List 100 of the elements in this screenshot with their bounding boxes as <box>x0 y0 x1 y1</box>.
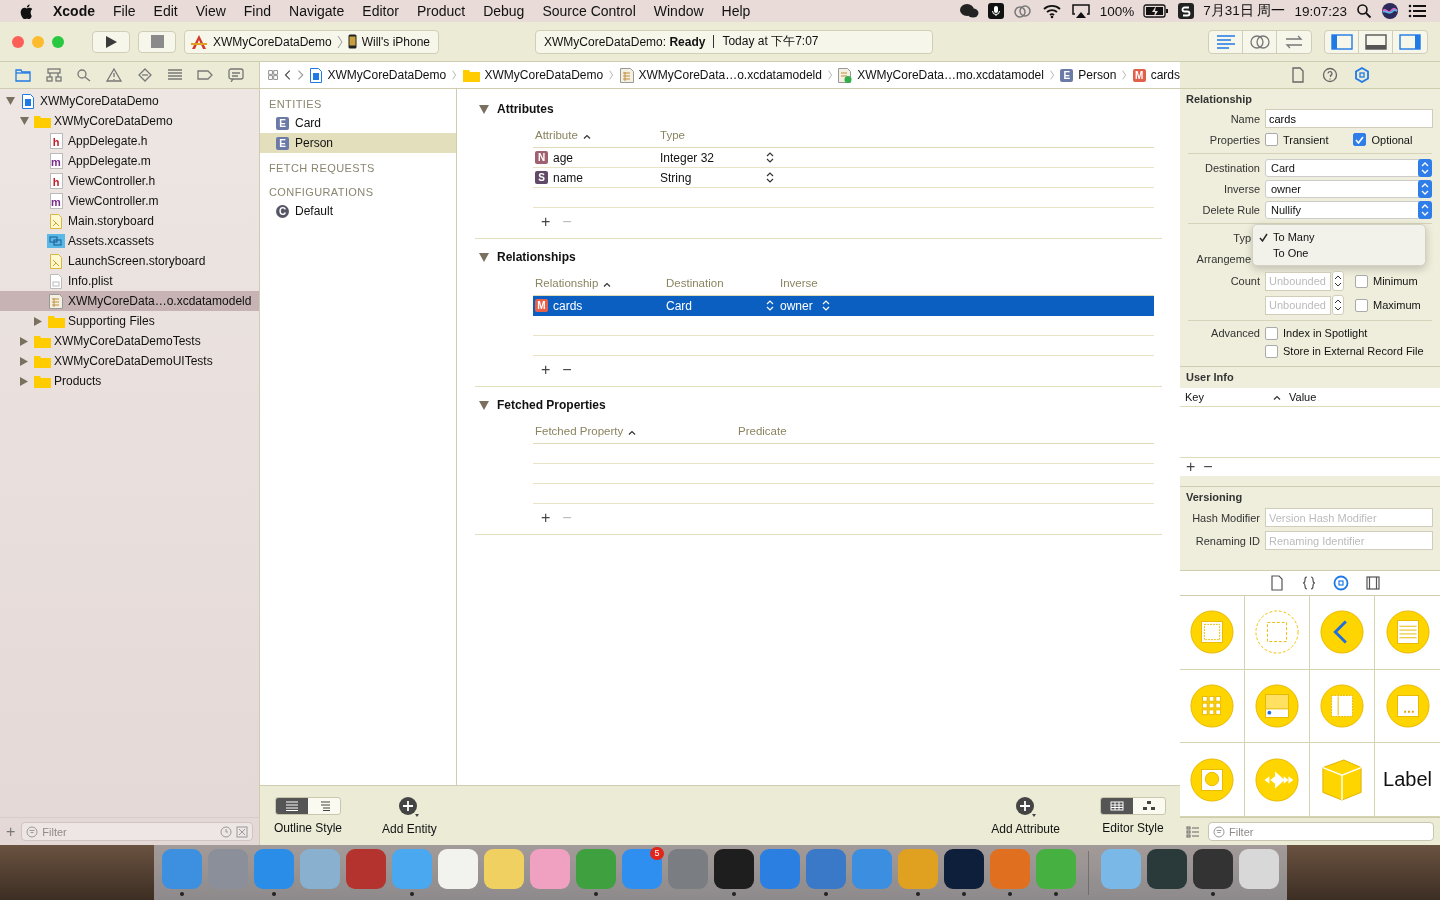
column-header[interactable]: Fetched Property <box>533 425 736 437</box>
breadcrumb[interactable]: XWMyCoreDataDemo <box>462 68 604 82</box>
stop-button[interactable] <box>138 30 176 53</box>
add-button[interactable]: + <box>541 362 551 378</box>
menu-item[interactable]: Editor <box>362 3 399 19</box>
code-library-tab[interactable] <box>1301 575 1317 591</box>
file-tree-item[interactable]: h ViewController.h <box>0 171 259 191</box>
list-icon[interactable] <box>1408 4 1426 18</box>
clock-icon[interactable] <box>220 825 232 838</box>
button-object-icon[interactable] <box>1190 757 1234 802</box>
remove-button[interactable]: − <box>1203 459 1213 475</box>
count-field[interactable]: Unbounded <box>1265 295 1331 315</box>
column-header[interactable]: Destination <box>658 277 778 289</box>
disclosure-triangle-icon[interactable] <box>479 252 489 262</box>
add-button[interactable]: + <box>541 214 551 230</box>
menu-bar-clock[interactable]: 19:07:23 <box>1294 3 1347 19</box>
text-field[interactable]: Version Hash Modifier <box>1265 508 1433 527</box>
disclosure-triangle-icon[interactable] <box>20 376 28 386</box>
table-row[interactable]: S name String <box>533 168 1154 188</box>
checkbox[interactable]: Index in Spotlight <box>1265 326 1368 340</box>
checkbox[interactable]: Optional <box>1353 133 1413 146</box>
file-tree-item[interactable]: XWMyCoreDataDemoUITests <box>0 351 259 371</box>
menu-item[interactable]: Debug <box>483 3 525 19</box>
table-style-button[interactable] <box>276 797 308 814</box>
search-navigator-tab[interactable] <box>75 68 92 82</box>
column-header[interactable]: Inverse <box>778 277 898 289</box>
menu-item[interactable]: Find <box>243 3 272 19</box>
app-icon[interactable] <box>943 849 984 889</box>
list-view-icon[interactable] <box>1186 825 1200 838</box>
battery-icon[interactable] <box>1143 4 1170 18</box>
remove-button[interactable]: − <box>562 362 572 378</box>
wifi-icon[interactable] <box>1041 3 1062 19</box>
add-button[interactable]: + <box>541 510 551 526</box>
device-name[interactable]: Will's iPhone <box>361 34 431 49</box>
column-header[interactable]: Type <box>658 129 778 141</box>
file-tree-item[interactable]: XWMyCoreData…o.xcdatamodeld <box>0 291 259 311</box>
count-field[interactable]: Unbounded <box>1265 271 1331 291</box>
checkbox[interactable]: Minimum <box>1355 274 1418 288</box>
close-button[interactable] <box>12 35 24 48</box>
breakpoint-navigator-tab[interactable] <box>197 68 214 82</box>
menu-item[interactable]: Navigate <box>289 3 345 19</box>
label-object[interactable]: Label <box>1383 768 1432 792</box>
file-tree-item[interactable]: Supporting Files <box>0 311 259 331</box>
stepper-arrows-icon[interactable] <box>766 172 774 183</box>
app-status-icon[interactable] <box>1178 3 1195 19</box>
view-object-icon[interactable] <box>1190 610 1234 655</box>
checkbox[interactable]: Maximum <box>1355 298 1421 312</box>
file-tree-item[interactable]: XWMyCoreDataDemo <box>0 111 259 131</box>
attributes-inspector-tab[interactable] <box>1354 67 1370 83</box>
checkbox[interactable]: Store in External Record File <box>1265 344 1424 358</box>
apple-icon[interactable] <box>20 3 33 19</box>
cloud-icon[interactable] <box>1012 3 1033 19</box>
add-entity-button[interactable]: Add Entity <box>382 795 437 836</box>
scheme-name[interactable]: XWMyCoreDataDemo <box>213 34 332 49</box>
file-tree-item[interactable]: m AppDelegate.m <box>0 151 259 171</box>
crossed-box-icon[interactable] <box>236 825 248 838</box>
file-tree-item[interactable]: Assets.xcassets <box>0 231 259 251</box>
file-library-tab[interactable] <box>1269 575 1285 591</box>
menu-item[interactable]: Window <box>653 3 704 19</box>
file-tree-item[interactable]: XWMyCoreDataDemoTests <box>0 331 259 351</box>
filter-box[interactable]: Filter <box>1208 822 1434 841</box>
column-header[interactable]: Predicate <box>736 425 856 437</box>
microphone-icon[interactable] <box>987 3 1004 19</box>
popup-button[interactable]: Nullify <box>1265 200 1432 219</box>
app-icon[interactable] <box>1146 849 1187 889</box>
scheme-selector[interactable]: XWMyCoreDataDemo Will's iPhone <box>184 29 440 54</box>
airplay-icon[interactable] <box>1070 3 1091 19</box>
run-button[interactable] <box>92 30 130 53</box>
stepper[interactable] <box>1332 271 1344 291</box>
file-tree-item[interactable]: Info.plist <box>0 271 259 291</box>
table-row[interactable]: N age Integer 32 <box>533 148 1154 168</box>
entity-item[interactable]: E Card <box>260 113 456 133</box>
menu-item[interactable]: Xcode <box>53 3 95 19</box>
menu-item[interactable]: Help <box>721 3 751 19</box>
menu-item[interactable]: To One <box>1253 245 1425 261</box>
entity-item[interactable]: E Person <box>260 133 456 153</box>
filter-field[interactable]: Filter <box>42 825 216 838</box>
popup-button[interactable]: Card <box>1265 158 1432 177</box>
hierarchy-navigator-tab[interactable] <box>45 68 62 82</box>
filter-box[interactable]: Filter <box>21 822 253 841</box>
entity-item[interactable]: C Default <box>260 201 456 221</box>
app-icon[interactable] <box>1192 849 1233 889</box>
disclosure-triangle-icon[interactable] <box>20 356 28 366</box>
table-object-icon[interactable] <box>1385 610 1430 655</box>
siri-icon[interactable] <box>1381 2 1399 20</box>
disclosure-triangle-icon[interactable] <box>479 400 489 410</box>
file-tree-item[interactable]: Main.storyboard <box>0 211 259 231</box>
column-header[interactable]: Value <box>1289 391 1317 403</box>
menu-item[interactable]: View <box>195 3 226 19</box>
file-tree-item[interactable]: XWMyCoreDataDemo <box>0 91 259 111</box>
disclosure-triangle-icon[interactable] <box>34 316 42 326</box>
column-header[interactable]: Key <box>1185 391 1273 403</box>
chat-bubbles-icon[interactable] <box>958 3 979 19</box>
file-tree-item[interactable]: Products <box>0 371 259 391</box>
file-tree-item[interactable]: h AppDelegate.h <box>0 131 259 151</box>
app-icon[interactable] <box>713 849 754 889</box>
folder-navigator-tab[interactable] <box>15 68 32 82</box>
text-field[interactable]: Renaming Identifier <box>1265 531 1433 550</box>
disclosure-triangle-icon[interactable] <box>20 117 29 125</box>
stepper[interactable] <box>1332 295 1344 315</box>
